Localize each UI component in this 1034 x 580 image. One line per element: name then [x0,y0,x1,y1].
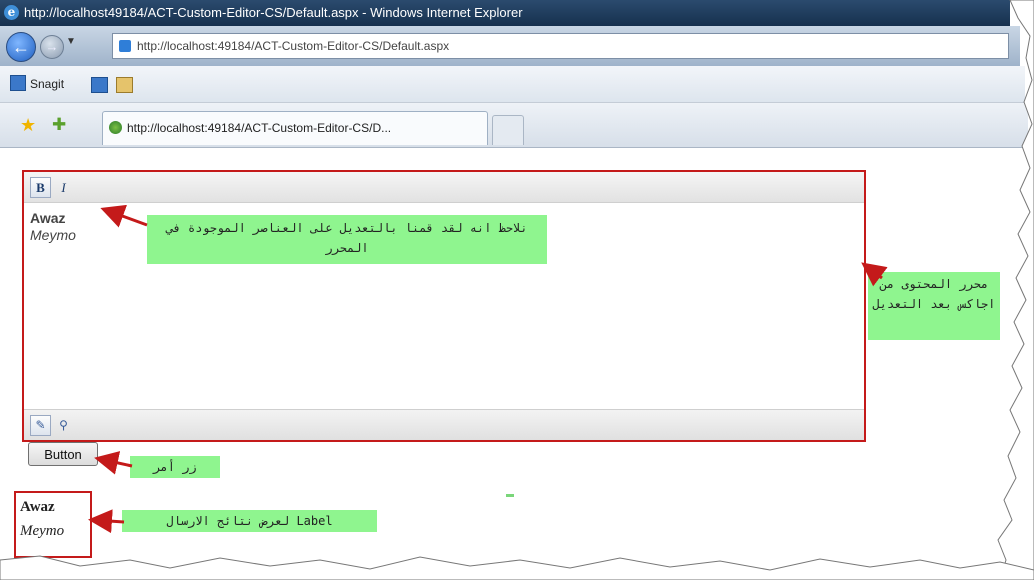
snagit-icon [10,75,26,91]
arrow-to-button [94,451,133,475]
editor-toolbar: B I [24,172,864,203]
italic-button[interactable]: I [53,177,74,198]
editor-content-area[interactable]: Awaz Meymo [30,210,76,244]
snagit-button[interactable]: Snagit [10,75,64,93]
favorites-star-icon[interactable]: ★ [20,115,36,136]
new-tab-button[interactable] [492,115,524,145]
tab-label: http://localhost:49184/ACT-Custom-Editor… [127,121,392,135]
result-text-bold: Awaz [20,499,55,515]
address-bar[interactable]: http://localhost:49184/ACT-Custom-Editor… [112,33,1009,59]
callout-button-note: زر أمر [130,456,220,478]
back-arrow-icon[interactable]: ← [6,32,36,62]
forward-arrow-icon[interactable]: → [40,35,64,59]
tab-current[interactable]: http://localhost:49184/ACT-Custom-Editor… [102,111,488,145]
window-title-bar: e http://localhost49184/ACT-Custom-Edito… [0,0,1010,26]
html-editor: B I Awaz Meymo ✎ ⚲ [22,170,866,442]
submit-button[interactable]: Button [28,442,98,466]
navigation-bar: ← → ▼ http://localhost:49184/ACT-Custom-… [0,26,1020,66]
result-label: Awaz Meymo [14,491,92,558]
bold-button[interactable]: B [30,177,51,198]
tab-favicon-icon [109,121,122,134]
ie-page-icon [119,40,131,52]
snagit-editor-icon[interactable] [116,77,133,93]
add-favorites-icon[interactable]: ✚ [52,115,66,135]
callout-editor-name: محرر المحتوى من اجاكس بعد التعديل [868,272,1000,340]
callout-editor-note: نلاحظ انه لقد قمنا بالتعديل على العناصر … [147,215,547,264]
pencil-icon[interactable]: ✎ [30,415,51,436]
green-mark [506,494,514,497]
arrow-to-label [88,509,125,534]
ie-logo-icon: e [4,5,19,20]
editor-text-italic: Meymo [30,227,76,243]
history-dropdown-icon[interactable]: ▼ [66,36,76,47]
snagit-capture-icon[interactable] [91,77,108,93]
window-title: http://localhost49184/ACT-Custom-Editor-… [24,5,523,20]
magnifier-icon[interactable]: ⚲ [53,415,74,436]
snagit-toolbar: Snagit [0,66,1025,103]
editor-text-bold: Awaz [30,210,66,226]
editor-mode-bar: ✎ ⚲ [24,409,864,440]
snagit-label: Snagit [30,77,65,91]
tab-bar: ★ ✚ http://localhost:49184/ACT-Custom-Ed… [0,103,1028,148]
address-text: http://localhost:49184/ACT-Custom-Editor… [137,39,450,53]
result-text-italic: Meymo [20,523,65,539]
callout-label-note: Label لعرض نتائج الارسال [122,510,377,532]
